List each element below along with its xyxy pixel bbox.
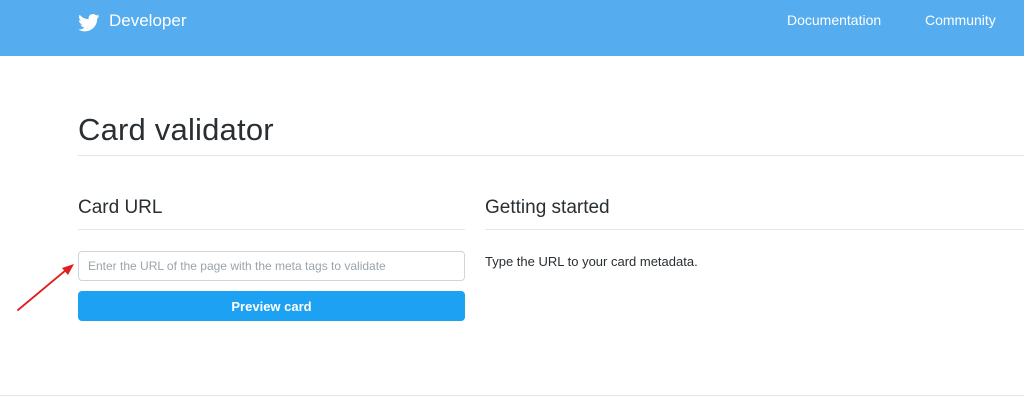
card-url-input[interactable] [78, 251, 465, 281]
nav-documentation-link[interactable]: Documentation [787, 12, 881, 28]
nav-community-link[interactable]: Community [925, 12, 996, 28]
brand-home-link[interactable]: Developer [78, 10, 187, 32]
brand-label: Developer [109, 11, 187, 30]
preview-card-button[interactable]: Preview card [78, 291, 465, 321]
getting-started-divider [485, 229, 1024, 230]
getting-started-heading: Getting started [485, 197, 610, 218]
card-url-heading: Card URL [78, 197, 163, 218]
page-title: Card validator [78, 112, 274, 147]
twitter-bird-icon [78, 14, 100, 32]
title-divider [78, 155, 1024, 156]
getting-started-text: Type the URL to your card metadata. [485, 254, 698, 269]
card-url-divider [78, 229, 465, 230]
bottom-divider [0, 395, 1024, 396]
top-nav-bar: Developer Documentation Community [0, 0, 1024, 56]
red-arrow-icon [17, 264, 74, 311]
